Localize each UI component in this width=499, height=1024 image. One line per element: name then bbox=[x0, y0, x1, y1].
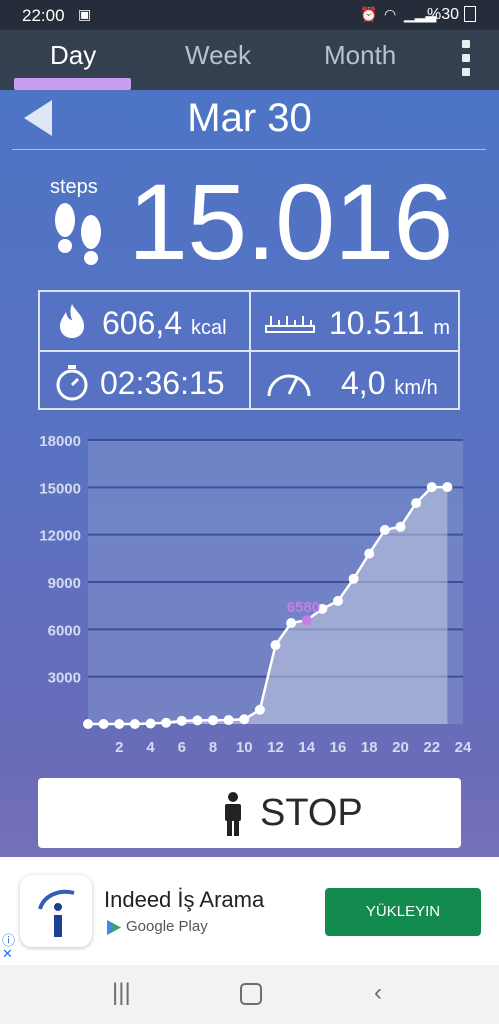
chart-data-point bbox=[239, 714, 250, 725]
steps-chart-svg: 3000600090001200015000180002 4 6 8 10 12 14 16 1… bbox=[39, 433, 472, 756]
chart-data-point bbox=[442, 482, 453, 493]
chart-data-point bbox=[208, 715, 218, 726]
chart-x-tick-label: 20 bbox=[392, 739, 409, 756]
flame-icon bbox=[60, 304, 84, 338]
person-icon bbox=[225, 792, 241, 836]
chart-x-tick-label: 2 bbox=[115, 739, 123, 756]
distance-value: 10.511 bbox=[329, 305, 425, 341]
chart-y-tick-label: 9000 bbox=[48, 575, 81, 592]
home-icon[interactable] bbox=[240, 983, 262, 1005]
recent-apps-icon[interactable]: ||| bbox=[112, 979, 131, 1007]
chart-data-point bbox=[161, 717, 172, 728]
menu-dot-icon bbox=[462, 68, 470, 76]
chart-data-label: 6580 bbox=[287, 599, 320, 616]
duration-value: 02:36:15 bbox=[100, 365, 225, 401]
chart-data-point bbox=[254, 704, 265, 715]
chart-x-tick-label: 8 bbox=[209, 739, 217, 756]
menu-dot-icon bbox=[462, 54, 470, 62]
chart-y-tick-label: 6000 bbox=[48, 622, 81, 639]
chart-x-tick-label: 10 bbox=[236, 739, 253, 756]
chart-x-tick-label: 18 bbox=[361, 739, 378, 756]
chart-data-point bbox=[83, 719, 93, 729]
chart-data-point bbox=[379, 524, 390, 535]
chart-x-tick-label: 14 bbox=[298, 739, 315, 756]
steps-count: 15.016 bbox=[128, 161, 453, 282]
calories-unit: kcal bbox=[190, 317, 227, 339]
active-tab-indicator bbox=[14, 78, 131, 90]
speed-stat: 4,0 km/h bbox=[251, 352, 461, 412]
chart-y-tick-label: 12000 bbox=[39, 528, 81, 545]
tab-week[interactable]: Week bbox=[185, 40, 251, 71]
calories-stat: 606,4 kcal bbox=[40, 292, 250, 352]
notification-icon: ▣ bbox=[78, 6, 92, 22]
wifi-icon: ◠ bbox=[384, 6, 397, 22]
footprints-icon bbox=[55, 203, 101, 265]
chart-data-point bbox=[364, 548, 375, 559]
chart-y-tick-label: 18000 bbox=[39, 433, 81, 450]
chart-data-point bbox=[348, 573, 359, 584]
tab-day[interactable]: Day bbox=[50, 40, 96, 71]
chart-x-tick-label: 16 bbox=[330, 739, 347, 756]
ad-close-icon[interactable]: ✕ bbox=[2, 946, 13, 962]
chart-data-point bbox=[301, 615, 312, 626]
back-icon[interactable]: ‹ bbox=[374, 979, 382, 1007]
distance-unit: m bbox=[433, 317, 451, 339]
stats-grid: 606,4 kcal 10.511 m 02:36:15 4,0 km/h bbox=[38, 290, 460, 410]
chart-y-tick-label: 15000 bbox=[39, 480, 81, 497]
google-play-icon bbox=[107, 920, 121, 935]
chart-data-point bbox=[395, 521, 406, 532]
stop-button[interactable]: STOP bbox=[38, 778, 461, 848]
chart-x-tick-label: 22 bbox=[423, 739, 440, 756]
ad-store-label: Google Play bbox=[126, 918, 208, 935]
chart-data-point bbox=[98, 719, 109, 729]
stopwatch-icon bbox=[56, 365, 88, 401]
ad-title[interactable]: Indeed İş Arama bbox=[104, 887, 264, 913]
speed-unit: km/h bbox=[394, 377, 438, 399]
chart-data-point bbox=[270, 640, 281, 651]
chart-data-point bbox=[192, 715, 203, 726]
tab-month[interactable]: Month bbox=[324, 40, 396, 71]
app-logo-icon[interactable] bbox=[20, 875, 92, 947]
chart-x-tick-label: 4 bbox=[146, 739, 155, 756]
chart-data-point bbox=[129, 719, 140, 729]
duration-stat: 02:36:15 bbox=[40, 352, 250, 412]
stop-button-label: STOP bbox=[260, 792, 363, 834]
chart-x-tick-label: 24 bbox=[455, 739, 472, 756]
install-button[interactable]: YÜKLEYIN bbox=[325, 888, 481, 936]
chart-data-point bbox=[426, 482, 437, 493]
battery-icon bbox=[464, 6, 476, 22]
chart-x-tick-label: 12 bbox=[267, 739, 284, 756]
calories-value: 606,4 bbox=[102, 305, 183, 341]
chart-x-tick-label: 6 bbox=[178, 739, 186, 756]
battery-percent: %30 bbox=[426, 6, 459, 23]
speed-value: 4,0 bbox=[341, 365, 386, 401]
chart-data-point bbox=[286, 618, 297, 629]
ruler-icon bbox=[265, 316, 315, 333]
date-title: Mar 30 bbox=[187, 96, 312, 140]
menu-dot-icon bbox=[462, 40, 470, 48]
speedometer-icon bbox=[267, 374, 311, 397]
system-nav-bar: ||| ‹ bbox=[0, 965, 499, 1024]
chart-data-point bbox=[114, 719, 125, 729]
chart-data-point bbox=[176, 715, 187, 726]
header-divider bbox=[12, 149, 486, 150]
status-bar: 22:00 ▣ ⏰ ◠ ▁▂▃ %30 bbox=[0, 0, 499, 30]
chart-data-point bbox=[411, 498, 422, 509]
status-time: 22:00 bbox=[22, 6, 65, 25]
chart-data-point bbox=[145, 718, 156, 729]
alarm-icon: ⏰ bbox=[360, 6, 378, 22]
chart-y-tick-label: 3000 bbox=[48, 670, 81, 687]
chart-data-point bbox=[333, 595, 343, 606]
steps-chart: 3000 6000 9000 12000 15000 18000 2 4 6 8 10 12 14 16 1… bbox=[0, 425, 499, 765]
distance-stat: 10.511 m bbox=[251, 292, 461, 352]
steps-label: steps bbox=[50, 176, 98, 198]
chart-data-point bbox=[223, 715, 234, 726]
ad-banner[interactable]: Indeed İş Arama Google Play YÜKLEYIN ⓘ ✕ bbox=[0, 857, 499, 965]
